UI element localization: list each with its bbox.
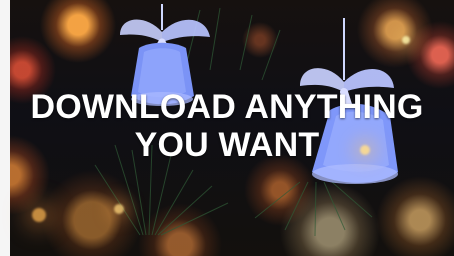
hero-banner: DOWNLOAD ANYTHING YOU WANT: [0, 0, 454, 256]
banner-title-line-2: YOU WANT: [134, 126, 320, 164]
banner-title: DOWNLOAD ANYTHING YOU WANT: [0, 88, 454, 164]
banner-title-line-1: DOWNLOAD ANYTHING: [30, 88, 424, 126]
light-bokeh: [114, 204, 124, 214]
light-bokeh: [32, 208, 46, 222]
light-bokeh: [402, 36, 410, 44]
